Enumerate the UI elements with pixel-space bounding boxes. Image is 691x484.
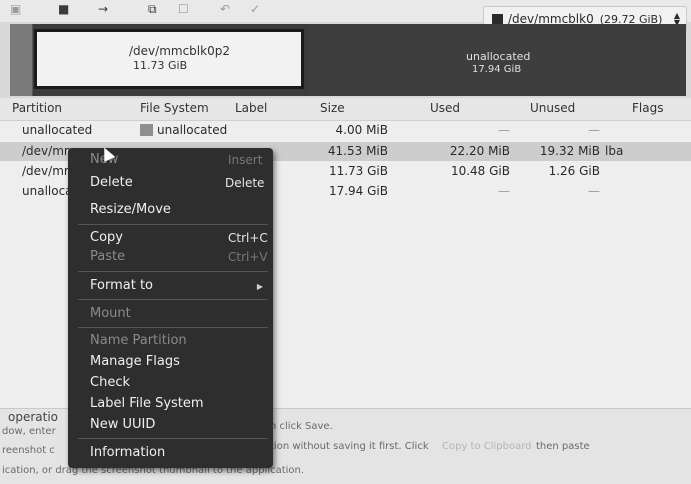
copy-to-clipboard-link[interactable]: Copy to Clipboard [442,441,532,452]
disk-map-unallocated[interactable]: unallocated 17.94 GiB [310,24,686,96]
status-text-line: tion without saving it first. Click [270,441,429,452]
forward-icon[interactable]: → [98,2,108,16]
menu-separator [78,438,268,439]
column-flags[interactable]: Flags [632,101,663,115]
menu-item-manage-flags[interactable]: Manage Flags [90,354,180,369]
column-label[interactable]: Label [235,101,267,115]
menu-item-format-to[interactable]: Format to [90,278,153,293]
menu-accel-copy: Ctrl+C [228,231,268,245]
disk-map: /dev/mmcblk0p2 11.73 GiB unallocated 17.… [10,24,686,96]
check-icon[interactable]: ✓ [250,2,260,16]
cell-size: 4.00 MiB [335,123,388,137]
filesystem-name: unallocated [157,123,228,137]
menu-accel-delete: Delete [225,176,265,190]
device-icon [492,13,503,25]
cell-unused: 1.26 GiB [548,164,600,178]
menu-item-copy[interactable]: Copy [90,230,123,245]
column-used[interactable]: Used [430,101,460,115]
menu-separator [78,299,268,300]
column-size[interactable]: Size [320,101,345,115]
menu-item-label-file-system[interactable]: Label File System [90,396,204,411]
disk-map-small-partition[interactable] [10,24,33,96]
menu-item-name-partition[interactable]: Name Partition [90,333,187,348]
cell-size: 17.94 GiB [328,184,388,198]
menu-item-resize-move[interactable]: Resize/Move [90,202,171,217]
menu-item-new-uuid[interactable]: New UUID [90,417,155,432]
filesystem-swatch-icon [140,124,153,136]
disk-map-partition-size: 11.73 GiB [133,59,188,72]
cell-used: — [498,184,510,198]
cell-size: 41.53 MiB [327,144,388,158]
cell-unused: 19.32 MiB [539,144,600,158]
menu-item-check[interactable]: Check [90,375,130,390]
menu-item-delete[interactable]: Delete [90,175,133,190]
cell-filesystem: unallocated [140,123,227,137]
status-text-line: n click Save. [270,421,333,432]
column-unused[interactable]: Unused [530,101,575,115]
undo-icon[interactable]: ↶ [220,2,230,16]
status-text-line: dow, enter [2,426,56,437]
cell-used: — [498,123,510,137]
disk-map-unallocated-size: 17.94 GiB [472,64,522,75]
status-text-line: reenshot c [2,445,55,456]
disk-map-selected-partition[interactable]: /dev/mmcblk0p2 11.73 GiB [34,29,304,89]
cell-used: 22.20 MiB [449,144,510,158]
menu-item-mount[interactable]: Mount [90,306,131,321]
paste-icon[interactable]: ☐ [178,2,189,16]
menu-item-paste[interactable]: Paste [90,249,125,264]
menu-separator [78,224,268,225]
menu-separator [78,327,268,328]
cell-size: 11.73 GiB [328,164,388,178]
menu-separator [78,271,268,272]
new-icon[interactable]: ▣ [10,2,21,16]
table-row[interactable]: unallocated unallocated 4.00 MiB — — [0,121,691,140]
cell-unused: — [588,184,600,198]
cell-partition: unallocated [22,123,93,137]
menu-item-information[interactable]: Information [90,445,165,460]
context-menu: New Insert Delete Delete Resize/Move Cop… [68,148,273,468]
disk-map-partition-name: /dev/mmcblk0p2 [129,44,230,58]
apply-icon[interactable]: ■ [58,2,69,16]
cell-used: 10.48 GiB [450,164,510,178]
column-filesystem[interactable]: File System [140,101,209,115]
pending-operations-label: operatio [8,410,59,424]
menu-accel-paste: Ctrl+V [228,250,268,264]
cell-unused: — [588,123,600,137]
submenu-arrow-icon: ▶ [256,282,263,291]
table-header: Partition File System Label Size Used Un… [0,98,691,121]
cell-partition: unalloca [22,184,73,198]
disk-map-unallocated-label: unallocated [466,50,531,63]
menu-accel-new: Insert [228,153,263,167]
cell-flags: lba [605,144,624,158]
status-text-line: then paste [536,441,590,452]
copy-icon[interactable]: ⧉ [148,2,157,16]
column-partition[interactable]: Partition [12,101,62,115]
